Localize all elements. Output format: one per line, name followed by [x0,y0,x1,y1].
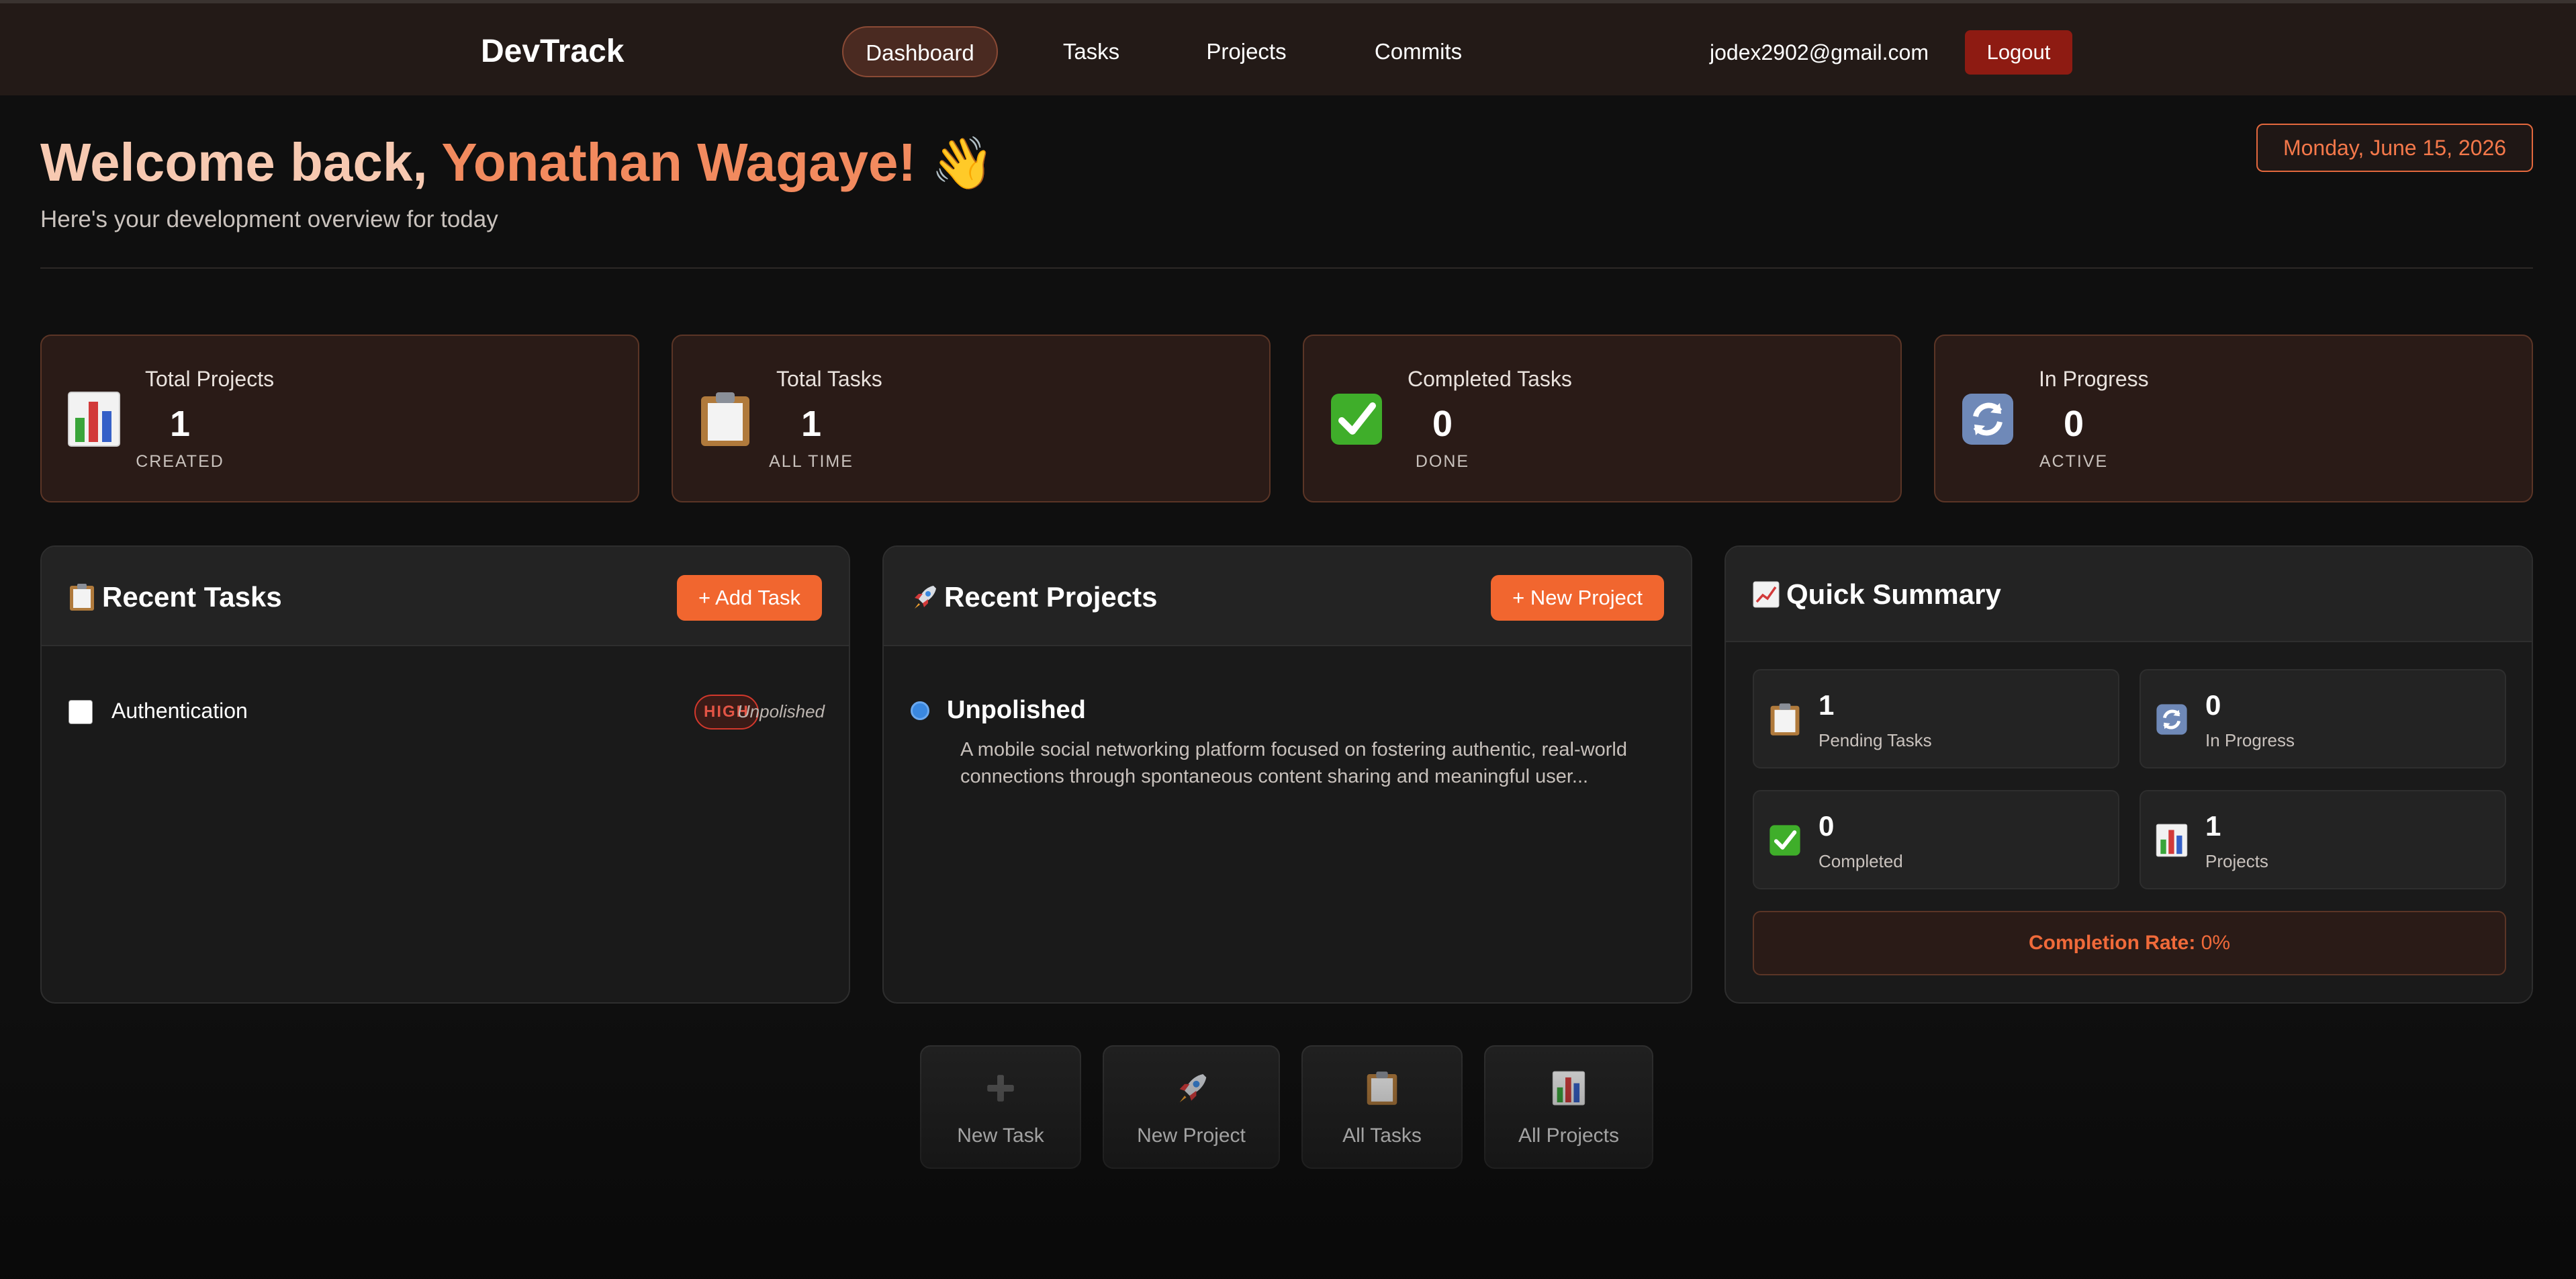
summary-value: 1 [1819,689,1835,721]
top-navbar: DevTrack Dashboard Tasks Projects Commit… [0,0,2576,95]
project-name[interactable]: Unpolished [947,695,1086,725]
welcome-user-name: Yonathan Wagaye! [441,132,917,192]
brand-logo[interactable]: DevTrack [481,33,625,71]
recent-tasks-title: Recent Tasks [102,581,282,613]
nav-link-dashboard[interactable]: Dashboard [842,26,998,77]
summary-tile-in-progress: 0 In Progress [2140,669,2506,768]
rocket-icon [1175,1071,1208,1106]
stat-title: Total Projects [145,367,275,391]
project-description: A mobile social networking platform focu… [960,739,1627,787]
stat-title: In Progress [2039,367,2149,391]
completion-rate-value: 0% [2201,932,2231,954]
completion-rate: Completion Rate: 0% [1753,911,2506,975]
welcome-heading: Welcome back, Yonathan Wagaye! 👋 [40,130,995,196]
quick-action-all-projects[interactable]: All Projects [1484,1045,1653,1169]
summary-tile-pending: 1 Pending Tasks [1753,669,2119,768]
task-row[interactable]: Authentication HIGH Unpolished [68,691,825,731]
stat-card-in-progress: In Progress 0 ACTIVE [1934,335,2533,502]
logout-button[interactable]: Logout [1965,30,2072,75]
quick-action-label: New Task [957,1124,1044,1147]
check-mark-icon [1769,824,1801,857]
nav-link-commits[interactable]: Commits [1358,26,1479,77]
recent-projects-title: Recent Projects [944,581,1158,613]
summary-value: 0 [2205,689,2221,721]
bar-chart-icon [2156,824,2188,857]
clipboard-icon [68,583,95,611]
panel-header: Quick Summary [1726,547,2532,642]
user-email: jodex2902@gmail.com [1710,40,1929,64]
quick-action-label: All Projects [1518,1124,1620,1147]
recent-tasks-panel: Recent Tasks + Add Task Authentication H… [40,545,850,1004]
summary-tile-completed: 0 Completed [1753,790,2119,889]
stat-subtitle: ALL TIME [769,452,854,471]
stat-value: 0 [1432,404,1453,444]
recent-projects-panel: Recent Projects + New Project Unpolished… [882,545,1692,1004]
refresh-icon [1961,391,2015,447]
stat-card-total-tasks: Total Tasks 1 ALL TIME [672,335,1271,502]
quick-action-new-task[interactable]: New Task [920,1045,1081,1169]
quick-action-all-tasks[interactable]: All Tasks [1301,1045,1463,1169]
summary-value: 0 [1819,810,1835,842]
welcome-subtitle: Here's your development overview for tod… [40,206,498,232]
panel-title: Quick Summary [1753,576,2001,613]
header-divider [40,267,2533,269]
summary-label: Completed [1819,851,1903,871]
waving-hand-icon: 👋 [931,135,995,192]
quick-summary-panel: Quick Summary 1 Pending Tasks 0 In Progr… [1724,545,2533,1004]
date-badge: Monday, June 15, 2026 [2256,124,2533,172]
stat-title: Total Tasks [776,367,882,391]
project-status-dot [911,701,929,720]
stat-subtitle: ACTIVE [2039,452,2109,471]
stat-value: 0 [2063,404,2084,444]
task-checkbox[interactable] [68,700,93,724]
plus-icon [984,1071,1017,1106]
bar-chart-icon [1552,1071,1585,1106]
stat-card-total-projects: Total Projects 1 CREATED [40,335,639,502]
task-name: Authentication [111,699,248,723]
clipboard-icon [698,391,752,447]
background-gradient [0,1008,2576,1279]
stat-subtitle: CREATED [136,452,224,471]
quick-summary-title: Quick Summary [1786,578,2001,610]
completion-rate-label: Completion Rate: [2028,932,2196,954]
stat-title: Completed Tasks [1408,367,1572,391]
add-task-button[interactable]: + Add Task [677,575,822,621]
bar-chart-icon [67,391,121,447]
clipboard-icon [1365,1071,1399,1106]
rocket-icon [911,583,937,611]
quick-action-label: All Tasks [1342,1124,1422,1147]
check-mark-icon [1330,391,1383,447]
nav-link-projects[interactable]: Projects [1190,26,1303,77]
clipboard-icon [1769,703,1801,736]
chart-increasing-icon [1753,580,1780,609]
summary-value: 1 [2205,810,2221,842]
quick-action-label: New Project [1137,1124,1246,1147]
panel-header: Recent Projects + New Project [884,547,1691,646]
panel-title: Recent Projects [911,579,1157,615]
summary-tile-projects: 1 Projects [2140,790,2506,889]
stat-value: 1 [800,404,822,444]
welcome-prefix: Welcome back, [40,132,442,192]
refresh-icon [2156,703,2188,736]
stat-card-completed-tasks: Completed Tasks 0 DONE [1303,335,1902,502]
stat-value: 1 [169,404,191,444]
panel-header: Recent Tasks + Add Task [42,547,849,646]
new-project-button[interactable]: + New Project [1491,575,1664,621]
panel-title: Recent Tasks [68,579,282,615]
task-project-label: Unpolished [737,701,825,721]
quick-action-new-project[interactable]: New Project [1103,1045,1280,1169]
summary-label: Pending Tasks [1819,730,1932,750]
nav-link-tasks[interactable]: Tasks [1045,26,1138,77]
summary-label: Projects [2205,851,2268,871]
stat-subtitle: DONE [1415,452,1470,471]
summary-label: In Progress [2205,730,2295,750]
